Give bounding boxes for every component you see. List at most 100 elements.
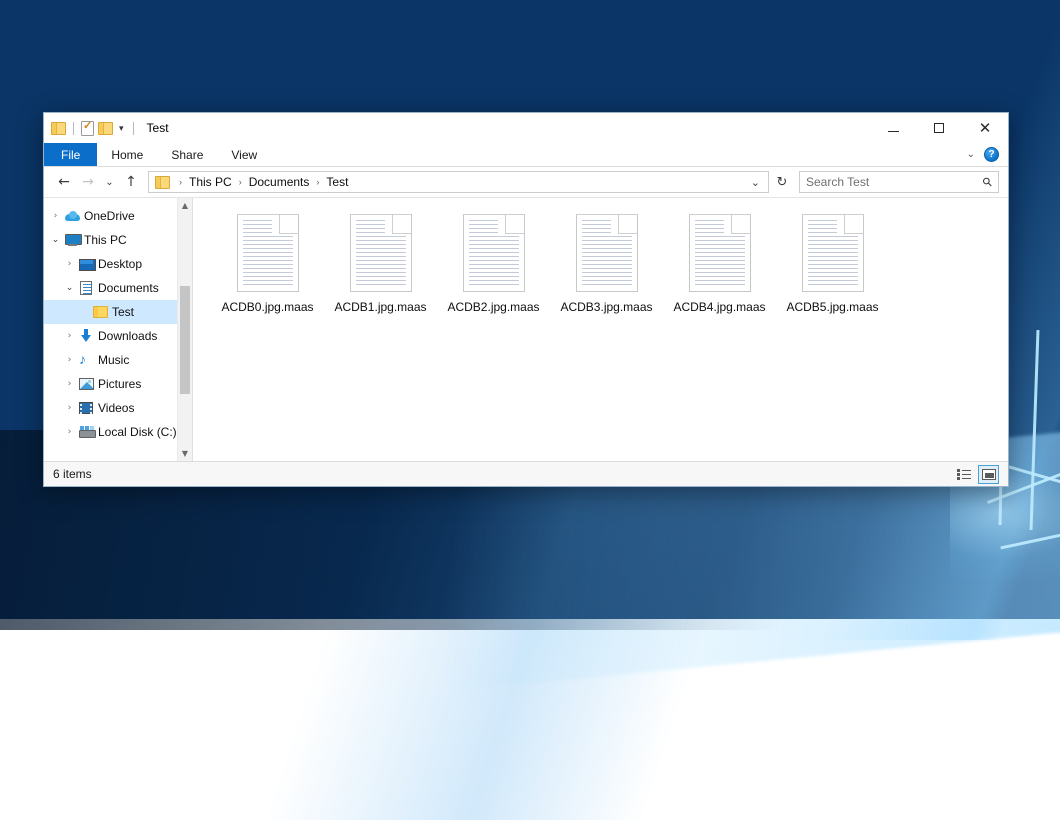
tab-home[interactable]: Home <box>97 143 157 166</box>
videos-icon <box>77 402 95 414</box>
sidebar-item-label: OneDrive <box>84 209 135 223</box>
page-fold-corner <box>279 215 298 234</box>
chevron-right-icon[interactable]: › <box>62 427 77 437</box>
view-toggle-group <box>953 465 999 484</box>
file-item[interactable]: ACDB3.jpg.maas <box>550 212 663 314</box>
maximize-button[interactable] <box>916 113 962 143</box>
recent-locations-button[interactable]: ⌄ <box>101 171 118 193</box>
tab-file[interactable]: File <box>44 143 97 166</box>
sidebar-item-onedrive[interactable]: › OneDrive <box>44 204 192 228</box>
sidebar-item-label: Desktop <box>98 257 142 271</box>
chevron-down-icon[interactable]: ⌄ <box>62 283 77 293</box>
breadcrumb-item-documents[interactable]: Documents <box>246 175 313 189</box>
breadcrumb-separator: › <box>175 177 186 187</box>
search-box[interactable]: ⚲ <box>799 171 999 193</box>
folder-icon[interactable] <box>51 122 66 135</box>
sidebar-item-videos[interactable]: ›Videos <box>44 396 192 420</box>
generic-document-icon <box>237 214 299 292</box>
large-icons-view-button[interactable] <box>978 465 999 484</box>
page-fold-corner <box>731 215 750 234</box>
file-item[interactable]: ACDB4.jpg.maas <box>663 212 776 314</box>
sidebar-item-label: Downloads <box>98 329 157 343</box>
item-count-label: 6 items <box>53 467 92 481</box>
file-name-label: ACDB4.jpg.maas <box>673 300 765 314</box>
documents-icon <box>77 281 95 295</box>
minimize-icon <box>888 131 899 132</box>
details-view-button[interactable] <box>953 465 974 484</box>
chevron-right-icon[interactable]: › <box>48 211 63 221</box>
chevron-down-icon[interactable]: ⌄ <box>967 149 975 160</box>
breadcrumb-item-test[interactable]: Test <box>323 175 351 189</box>
downloads-icon <box>77 329 95 343</box>
file-item[interactable]: ACDB5.jpg.maas <box>776 212 889 314</box>
sidebar-item-label: Test <box>112 305 134 319</box>
page-fold-corner <box>844 215 863 234</box>
sidebar-item-label: Documents <box>98 281 159 295</box>
forward-button[interactable]: → <box>77 171 99 193</box>
sidebar-item-this-pc[interactable]: ⌄ This PC <box>44 228 192 252</box>
folder-icon <box>91 306 109 318</box>
quick-access-toolbar: ▾ <box>44 121 137 136</box>
sidebar-item-label: This PC <box>84 233 127 247</box>
scroll-up-icon[interactable]: ▲ <box>178 198 192 213</box>
refresh-button[interactable]: ↻ <box>771 171 793 193</box>
generic-document-icon <box>689 214 751 292</box>
chevron-down-icon[interactable]: ⌄ <box>48 235 63 245</box>
navigation-pane: › OneDrive ⌄ This PC › Desktop ⌄ Documents Test ›… <box>44 198 192 461</box>
chevron-right-icon[interactable]: › <box>62 331 77 341</box>
ribbon-right-controls: ⌄ ? <box>967 143 1008 166</box>
sidebar-item-local-disk-c[interactable]: › Local Disk (C:) <box>44 420 192 444</box>
sidebar-item-test[interactable]: Test <box>44 300 192 324</box>
file-name-label: ACDB0.jpg.maas <box>221 300 313 314</box>
file-list-pane[interactable]: ACDB0.jpg.maas ACDB1.jpg.maasACDB2.jpg.ma… <box>192 198 1008 461</box>
minimize-button[interactable] <box>870 113 916 143</box>
close-icon: ✕ <box>979 121 992 136</box>
chevron-down-icon[interactable]: ▾ <box>117 123 126 134</box>
search-input[interactable] <box>806 175 983 189</box>
help-button[interactable]: ? <box>984 147 999 162</box>
onedrive-icon <box>63 211 81 221</box>
breadcrumb-item-this-pc[interactable]: This PC <box>186 175 235 189</box>
properties-checkbox-icon[interactable] <box>81 121 94 136</box>
chevron-right-icon[interactable]: › <box>62 355 77 365</box>
sidebar-item-label: Local Disk (C:) <box>98 425 177 439</box>
toolbar-separator <box>73 122 74 135</box>
disk-icon <box>77 426 95 438</box>
file-name-label: ACDB5.jpg.maas <box>786 300 878 314</box>
sidebar-item-desktop[interactable]: › Desktop <box>44 252 192 276</box>
file-grid: ACDB0.jpg.maas ACDB1.jpg.maasACDB2.jpg.ma… <box>211 212 1008 314</box>
new-folder-icon[interactable] <box>98 122 113 135</box>
breadcrumb-bar[interactable]: › This PC › Documents › Test ⌄ <box>148 171 769 193</box>
chevron-right-icon[interactable]: › <box>62 259 77 269</box>
scroll-down-icon[interactable]: ▼ <box>178 446 192 461</box>
large-icons-view-icon <box>982 469 996 480</box>
chevron-right-icon[interactable]: › <box>62 403 77 413</box>
pictures-icon <box>77 378 95 390</box>
file-item[interactable]: ACDB2.jpg.maas <box>437 212 550 314</box>
address-bar: ← → ⌄ ↑ › This PC › Documents › Test ⌄ ↻… <box>44 167 1008 197</box>
chevron-right-icon[interactable]: › <box>62 379 77 389</box>
tab-view[interactable]: View <box>217 143 271 166</box>
up-button[interactable]: ↑ <box>120 171 142 193</box>
generic-document-icon <box>802 214 864 292</box>
details-view-icon <box>957 469 971 480</box>
sidebar-item-downloads[interactable]: › Downloads <box>44 324 192 348</box>
address-dropdown-icon[interactable]: ⌄ <box>746 176 765 189</box>
ribbon-tab-bar: File Home Share View ⌄ ? <box>44 143 1008 167</box>
sidebar-item-music[interactable]: ›♪Music <box>44 348 192 372</box>
sidebar-item-documents[interactable]: ⌄ Documents <box>44 276 192 300</box>
scrollbar-thumb[interactable] <box>180 286 190 394</box>
caption-buttons: ✕ <box>870 113 1008 143</box>
file-explorer-window: ▾ Test ✕ File Home Share View ⌄ ? ← → <box>43 112 1009 487</box>
file-item[interactable]: ACDB1.jpg.maas <box>324 212 437 314</box>
back-button[interactable]: ← <box>53 171 75 193</box>
close-button[interactable]: ✕ <box>962 113 1008 143</box>
sidebar-scrollbar[interactable]: ▲ ▼ <box>177 198 192 461</box>
tab-share[interactable]: Share <box>157 143 217 166</box>
explorer-body: › OneDrive ⌄ This PC › Desktop ⌄ Documents Test ›… <box>44 197 1008 461</box>
sidebar-item-pictures[interactable]: ›Pictures <box>44 372 192 396</box>
generic-document-icon <box>350 214 412 292</box>
folder-tree: › OneDrive ⌄ This PC › Desktop ⌄ Documents Test ›… <box>44 204 192 444</box>
title-bar: ▾ Test ✕ <box>44 113 1008 143</box>
file-item[interactable]: ACDB0.jpg.maas <box>211 212 324 314</box>
